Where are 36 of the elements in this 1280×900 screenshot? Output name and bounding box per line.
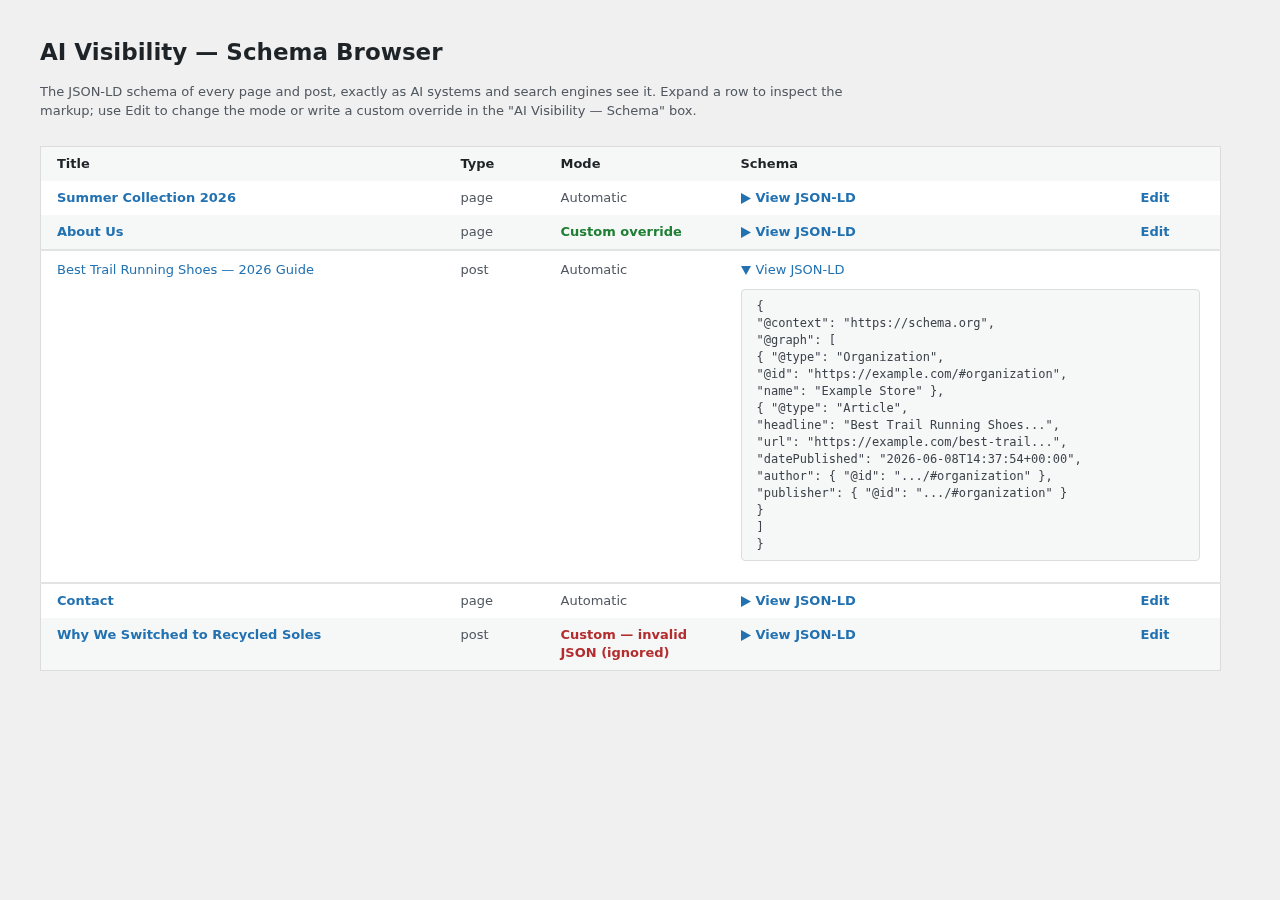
mode-cell: Automatic	[544, 250, 725, 583]
page-title: AI Visibility — Schema Browser	[40, 38, 444, 67]
type-cell: post	[444, 618, 545, 671]
column-header: Type	[444, 146, 545, 181]
edit-link[interactable]: Edit	[1140, 224, 1170, 239]
column-header: Mode	[544, 146, 725, 181]
edit-link[interactable]: Edit	[1140, 593, 1170, 608]
view-json-ld-toggle[interactable]: View JSON-LD	[740, 261, 845, 279]
type-cell: post	[444, 250, 545, 583]
view-json-ld-toggle[interactable]: View JSON-LD	[740, 626, 856, 644]
caret-right-icon	[740, 226, 751, 238]
post-title-link[interactable]: Why We Switched to Recycled Soles	[57, 627, 322, 642]
caret-right-icon	[740, 629, 751, 641]
view-json-ld-toggle[interactable]: View JSON-LD	[740, 223, 856, 241]
type-cell: page	[444, 181, 545, 215]
type-cell: page	[444, 583, 545, 618]
column-header: Schema	[724, 146, 1125, 181]
caret-right-icon	[740, 595, 751, 607]
mode-cell: Automatic	[544, 181, 725, 215]
post-title-link[interactable]: About Us	[57, 224, 124, 239]
column-header: Title	[40, 146, 445, 181]
page-description: The JSON-LD schema of every page and post, exactly as AI systems and search engines see it. Expand a row to inspect the markup; use Edit to change the mode or write a custom override in the "AI Visibility — Schema" box.	[40, 83, 844, 120]
view-json-ld-toggle[interactable]: View JSON-LD	[740, 189, 856, 207]
mode-cell: Custom override	[544, 215, 725, 250]
post-title-link[interactable]: Contact	[57, 593, 114, 608]
mode-cell: Automatic	[544, 583, 725, 618]
mode-cell: Custom — invalid JSON (ignored)	[544, 618, 725, 671]
type-cell: page	[444, 215, 545, 250]
edit-link[interactable]: Edit	[1140, 190, 1170, 205]
json-ld-code-block: { "@context": "https://schema.org", "@graph": [ { "@type": "Organization", "@id": "https://example.com/#organization", "name": "Example Store" }, { "@type": "Article", "headline": "Best Trail Running Shoes...", "url": "https://example.com/best-trail...", "datePublished": "2026-06-08T14:37:54+00:00", "author": { "@id": ".../#organization" }, "publisher": { "@id": ".../#organization" } } ] }	[740, 289, 1200, 561]
caret-down-icon	[740, 264, 751, 276]
edit-link[interactable]: Edit	[1140, 627, 1170, 642]
post-title-link[interactable]: Best Trail Running Shoes — 2026 Guide	[57, 262, 314, 277]
caret-right-icon	[740, 192, 751, 204]
post-title-link[interactable]: Summer Collection 2026	[57, 190, 236, 205]
view-json-ld-toggle[interactable]: View JSON-LD	[740, 592, 856, 610]
